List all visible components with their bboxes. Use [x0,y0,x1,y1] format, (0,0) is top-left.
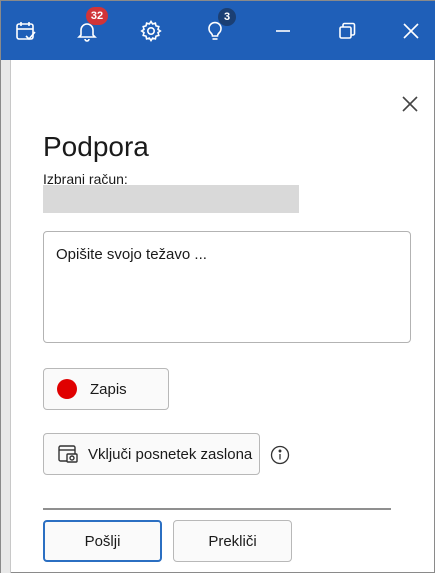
include-screenshot-button[interactable]: Vključi posnetek zaslona [43,433,260,475]
tips-button[interactable]: 3 [190,1,240,60]
minimize-button[interactable] [258,1,308,60]
gear-icon [140,19,162,42]
divider [43,508,391,510]
problem-description-input[interactable]: Opišite svojo težavo ... [43,231,411,343]
record-dot-icon [57,379,77,399]
record-label: Zapis [90,380,127,398]
close-icon [402,96,418,112]
notifications-button[interactable]: 32 [62,1,112,60]
restore-button[interactable] [322,1,372,60]
left-edge [1,60,11,573]
info-icon[interactable] [270,445,290,470]
account-value [43,185,299,213]
screenshot-icon [57,444,79,464]
calendar-check-button[interactable] [1,1,51,60]
tips-badge: 3 [218,8,236,26]
close-icon [403,22,419,39]
send-button[interactable]: Pošlji [43,520,162,562]
settings-button[interactable] [126,1,176,60]
include-screenshot-label: Vključi posnetek zaslona [88,445,253,463]
notifications-badge: 32 [86,7,108,25]
window-close-button[interactable] [386,1,435,60]
support-window: 32 3 Podpora Izbrani račun: Opišite svoj… [0,0,435,573]
minimize-icon [276,29,290,32]
calendar-check-icon [16,21,36,40]
title-bar: 32 3 [1,1,435,60]
panel-close-button[interactable] [397,91,423,117]
restore-icon [339,22,356,39]
panel-title: Podpora [43,131,149,162]
record-button[interactable]: Zapis [43,368,169,410]
cancel-button[interactable]: Prekliči [173,520,292,562]
